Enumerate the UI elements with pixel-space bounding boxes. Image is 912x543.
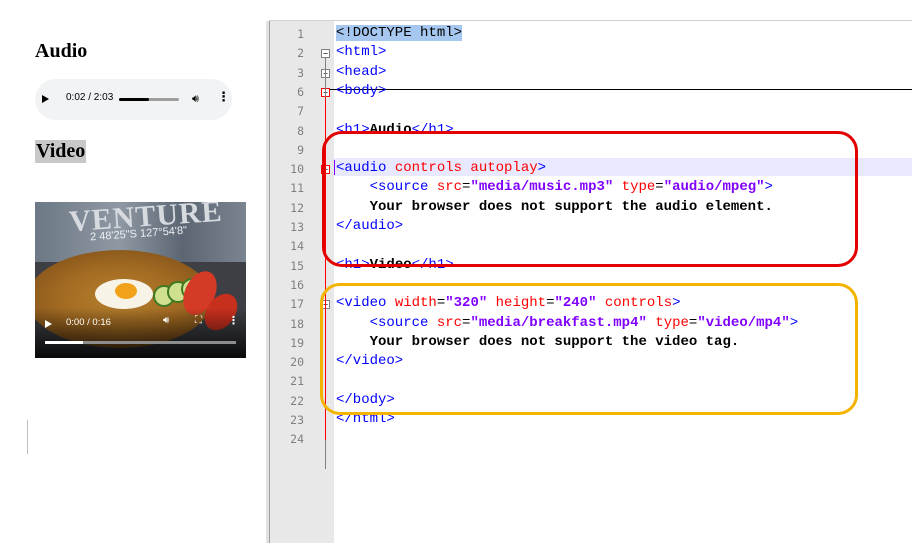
code-token: <body>: [336, 82, 387, 99]
line-number: 23: [290, 413, 304, 427]
line-number: 12: [290, 200, 304, 215]
volume-icon[interactable]: 🔊︎: [192, 92, 199, 106]
fold-toggle-icon[interactable]: −: [321, 49, 330, 59]
fold-margin: [318, 21, 334, 543]
video-controls-overlay: [35, 308, 246, 358]
code-line[interactable]: <!DOCTYPE html>: [336, 25, 463, 41]
audio-seek-fill: [119, 98, 149, 101]
audio-player[interactable]: 0:02 / 2:03 🔊︎ ⋮: [35, 79, 232, 120]
audio-time: 0:02 / 2:03: [66, 92, 114, 103]
video-highlight-box: [320, 283, 858, 415]
line-number: 19: [290, 335, 304, 350]
line-number: 21: [290, 374, 304, 389]
code-line[interactable]: <html>: [336, 44, 386, 60]
code-token: <head>: [336, 63, 387, 80]
line-number: 24: [290, 432, 304, 447]
play-icon[interactable]: [42, 95, 49, 103]
video-time: 0:00 / 0:16: [66, 317, 111, 328]
divider: [27, 420, 28, 454]
folded-region-line: [330, 89, 912, 90]
more-options-icon[interactable]: ⋮: [217, 90, 230, 105]
line-number: 3: [297, 65, 304, 80]
line-number: 15: [290, 258, 304, 273]
line-number: 10: [290, 162, 304, 177]
line-number: 7: [297, 104, 304, 119]
audio-highlight-box: [322, 131, 858, 267]
video-heading: Video: [35, 140, 87, 163]
video-frame-yolk: [115, 283, 137, 299]
video-seek-fill: [45, 341, 84, 344]
video-seek-bar[interactable]: [45, 341, 236, 344]
code-line[interactable]: <body>: [336, 83, 386, 99]
video-more-options-icon[interactable]: ⋮: [228, 314, 239, 327]
line-number: 16: [290, 277, 304, 292]
code-token: <html>: [336, 44, 387, 61]
line-number: 14: [290, 239, 304, 254]
line-number: 8: [297, 123, 304, 138]
line-number: 9: [297, 142, 304, 157]
video-player[interactable]: VENTURE 2 48'25"S 127°54'8" 0:00 / 0:16 …: [35, 202, 246, 358]
line-number: 13: [290, 220, 304, 234]
line-number: 17: [290, 297, 304, 312]
audio-seek-bar[interactable]: [119, 98, 179, 101]
code-token: <!DOCTYPE html>: [336, 25, 463, 41]
audio-heading: Audio: [35, 40, 88, 62]
line-number: 20: [290, 355, 304, 370]
browser-preview: Audio 0:02 / 2:03 🔊︎ ⋮ Video VENTURE 2 4…: [0, 0, 262, 543]
line-number: 6: [297, 84, 304, 99]
line-number: 11: [290, 181, 304, 196]
line-number: 2: [297, 46, 304, 61]
line-number: 22: [290, 393, 304, 408]
code-editor[interactable]: <!DOCTYPE html> <html> <head> <body> <h1>Aud…: [269, 21, 912, 543]
fullscreen-icon[interactable]: ⛶: [195, 315, 202, 326]
code-line[interactable]: <head>: [336, 64, 386, 80]
video-play-icon[interactable]: [45, 320, 52, 328]
video-volume-icon[interactable]: 🔊︎: [163, 315, 169, 326]
line-number: 1: [297, 27, 304, 41]
line-number: 18: [290, 316, 304, 331]
